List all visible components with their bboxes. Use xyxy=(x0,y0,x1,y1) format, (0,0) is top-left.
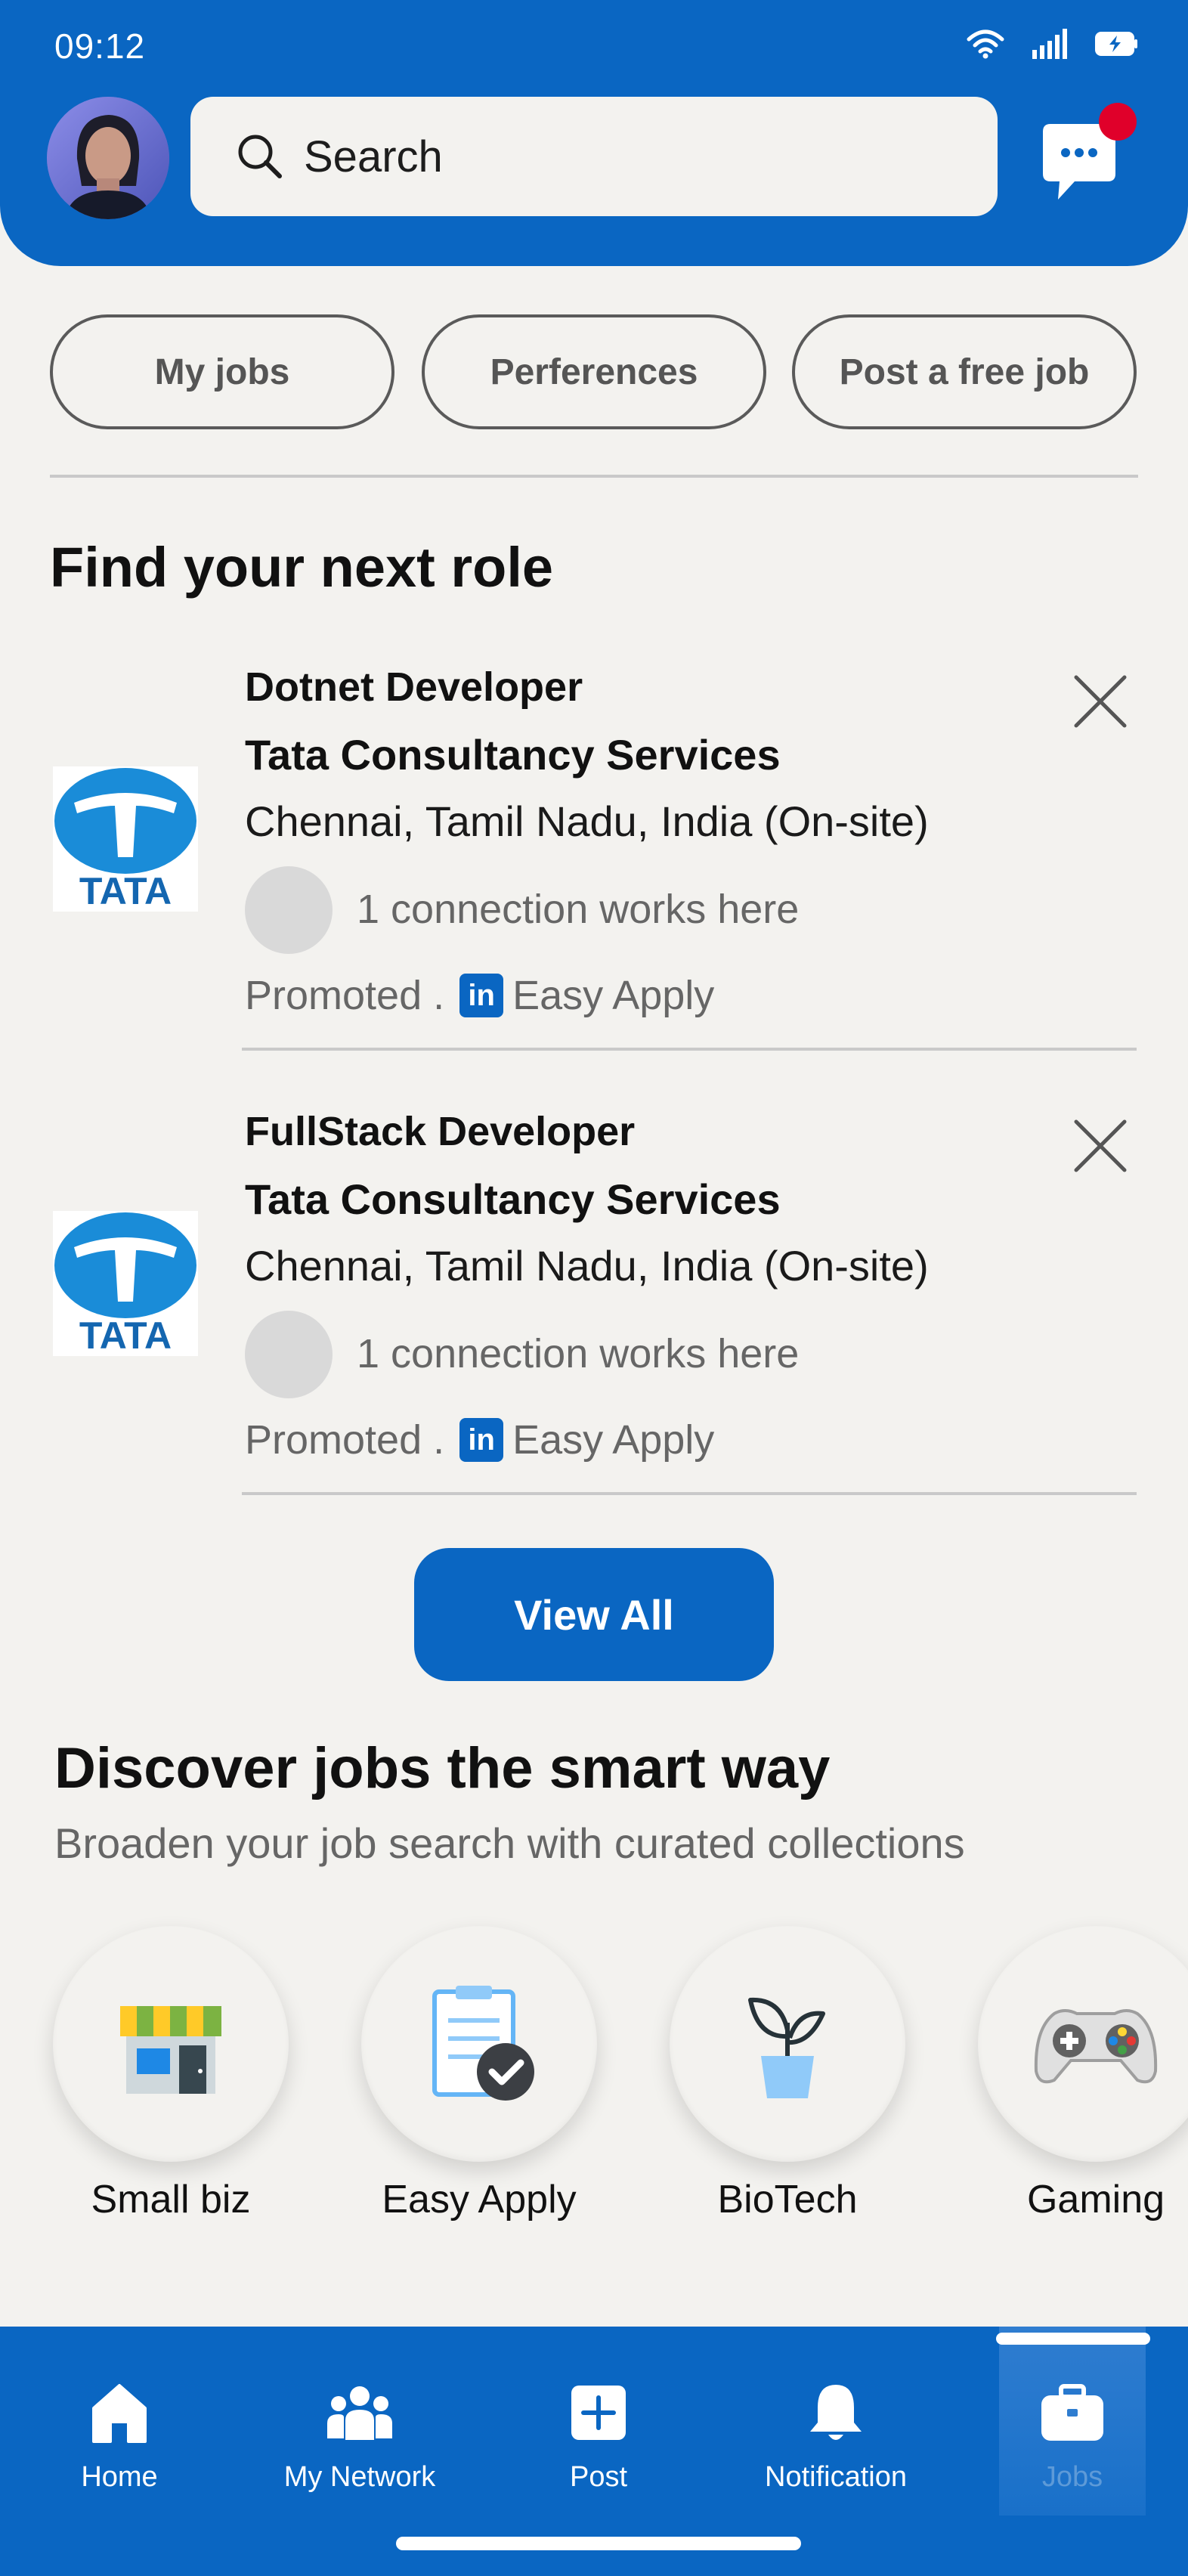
job-company: Tata Consultancy Services xyxy=(245,731,781,779)
promoted-label: Promoted . xyxy=(245,973,445,1018)
svg-text:TATA: TATA xyxy=(79,870,172,912)
promoted-row: Promoted . in Easy Apply xyxy=(245,1416,714,1463)
job-location: Chennai, Tamil Nadu, India (On-site) xyxy=(245,797,929,845)
plant-icon xyxy=(748,1997,825,2098)
view-all-button[interactable]: View All xyxy=(414,1548,774,1681)
nav-my-network[interactable]: My Network xyxy=(246,2327,473,2516)
home-icon xyxy=(92,2384,147,2443)
preferences-button[interactable]: Perferences xyxy=(422,314,766,429)
category-gaming[interactable]: Gaming xyxy=(978,1926,1188,2222)
nav-label: Notification xyxy=(765,2461,907,2493)
category-label: Easy Apply xyxy=(382,2178,577,2221)
category-biotech[interactable]: BioTech xyxy=(670,1926,905,2222)
job-location: Chennai, Tamil Nadu, India (On-site) xyxy=(245,1242,929,1290)
briefcase-icon xyxy=(1041,2384,1103,2441)
connection-avatar xyxy=(245,866,333,954)
search-bar[interactable]: Search xyxy=(190,97,998,216)
clipboard-check-icon xyxy=(432,1986,534,2101)
notification-dot xyxy=(1099,103,1137,141)
job-title[interactable]: Dotnet Developer xyxy=(245,664,583,711)
top-header: 09:12 Search xyxy=(0,0,1188,266)
job-title[interactable]: FullStack Developer xyxy=(245,1108,635,1155)
nav-post[interactable]: Post xyxy=(485,2327,712,2516)
job-card[interactable]: TATA Dotnet Developer Tata Consultancy S… xyxy=(0,664,1188,1108)
company-logo: TATA xyxy=(53,766,198,912)
battery-icon xyxy=(1095,32,1137,56)
close-icon[interactable] xyxy=(1072,1117,1129,1175)
close-icon[interactable] xyxy=(1072,673,1129,730)
section-title: Find your next role xyxy=(50,536,554,599)
connection-avatar xyxy=(245,1311,333,1398)
my-jobs-button[interactable]: My jobs xyxy=(50,314,394,429)
signal-icon xyxy=(1032,29,1067,59)
job-company: Tata Consultancy Services xyxy=(245,1175,781,1223)
network-icon xyxy=(327,2386,392,2440)
gamepad-icon xyxy=(1034,2009,1158,2084)
discover-subtitle: Broaden your job search with curated col… xyxy=(54,1819,965,1867)
connection-text: 1 connection works here xyxy=(357,887,800,932)
category-label: Gaming xyxy=(1026,2178,1165,2221)
wifi-icon xyxy=(967,29,1004,59)
profile-avatar[interactable] xyxy=(47,97,169,219)
divider xyxy=(242,1492,1137,1495)
linkedin-icon: in xyxy=(459,974,504,1017)
post-free-job-button[interactable]: Post a free job xyxy=(792,314,1137,429)
linkedin-icon: in xyxy=(459,1418,504,1462)
search-icon xyxy=(238,135,282,178)
category-small-biz[interactable]: Small biz xyxy=(53,1926,289,2222)
status-icons xyxy=(966,29,1138,59)
promoted-row: Promoted . in Easy Apply xyxy=(245,972,714,1019)
nav-home[interactable]: Home xyxy=(6,2327,233,2516)
status-time: 09:12 xyxy=(54,26,146,66)
promoted-label: Promoted . xyxy=(245,1417,445,1463)
active-tab-indicator xyxy=(996,2333,1150,2345)
easy-apply-label: Easy Apply xyxy=(512,973,715,1018)
nav-label: Home xyxy=(81,2461,158,2493)
bell-icon xyxy=(810,2385,862,2440)
category-easy-apply[interactable]: Easy Apply xyxy=(361,1926,597,2222)
easy-apply-label: Easy Apply xyxy=(512,1417,715,1463)
category-label: Small biz xyxy=(91,2178,251,2221)
search-placeholder: Search xyxy=(304,132,443,181)
post-icon xyxy=(571,2386,626,2440)
nav-notification[interactable]: Notification xyxy=(722,2327,949,2516)
nav-label: Jobs xyxy=(1041,2461,1103,2493)
nav-label: My Network xyxy=(283,2461,436,2493)
shop-icon xyxy=(120,2006,221,2094)
svg-text:TATA: TATA xyxy=(79,1314,172,1356)
nav-label: Post xyxy=(569,2461,628,2493)
category-label: BioTech xyxy=(717,2178,858,2221)
divider xyxy=(242,1048,1137,1051)
divider xyxy=(50,475,1138,478)
home-indicator xyxy=(396,2537,801,2550)
company-logo: TATA xyxy=(53,1211,198,1357)
job-card[interactable]: TATA FullStack Developer Tata Consultanc… xyxy=(0,1108,1188,1553)
discover-title: Discover jobs the smart way xyxy=(54,1736,831,1800)
nav-jobs[interactable]: Jobs xyxy=(999,2327,1146,2516)
connection-text: 1 connection works here xyxy=(357,1331,800,1376)
